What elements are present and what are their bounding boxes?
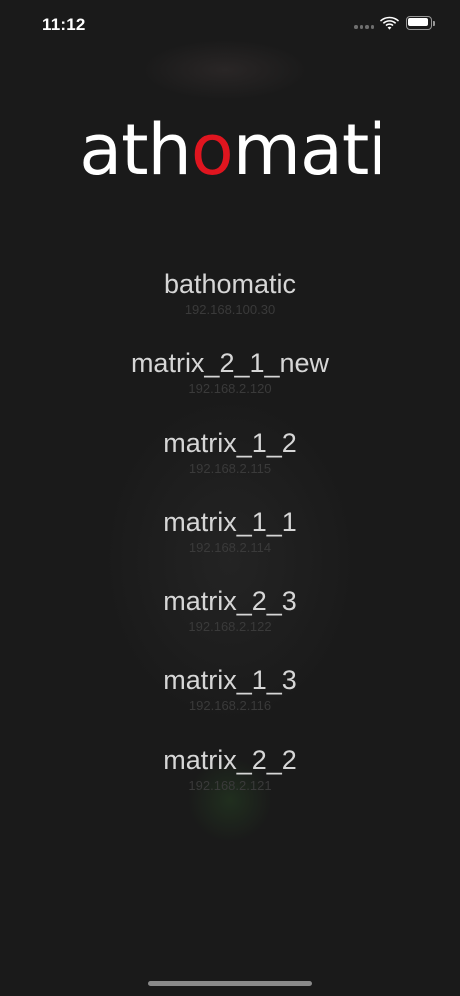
device-selection-screen: 11:12 bathomatic xyxy=(0,0,460,996)
device-list: bathomatic 192.168.100.30 matrix_2_1_new 19… xyxy=(0,265,460,820)
device-list-item[interactable]: matrix_2_1_new 192.168.2.120 xyxy=(0,344,460,423)
battery-icon xyxy=(406,16,436,30)
status-bar: 11:12 xyxy=(0,0,460,50)
device-name: matrix_2_2 xyxy=(163,744,297,775)
device-ip-address: 192.168.2.121 xyxy=(188,777,272,793)
device-ip-address: 192.168.100.30 xyxy=(184,302,276,317)
home-indicator[interactable] xyxy=(148,981,312,986)
device-ip-address: 192.168.2.122 xyxy=(188,619,272,635)
logo-text: matic xyxy=(233,110,380,190)
logo-highlight-letter: o xyxy=(191,110,233,190)
device-list-item[interactable]: bathomatic 192.168.100.30 xyxy=(0,265,460,344)
logo-text: bath xyxy=(80,110,191,190)
bathomatic-logo: bathomatic xyxy=(0,110,460,190)
device-ip-address: 192.168.2.120 xyxy=(188,381,272,397)
device-ip-address: 192.168.2.115 xyxy=(188,460,272,476)
cellular-signal-icon xyxy=(354,25,374,31)
device-list-item[interactable]: matrix_2_3 192.168.2.122 xyxy=(0,582,460,661)
status-time: 11:12 xyxy=(42,15,86,34)
device-ip-address: 192.168.2.116 xyxy=(188,698,272,714)
device-name: matrix_2_1_new xyxy=(130,348,330,379)
svg-text:bathomatic: bathomatic xyxy=(80,110,380,190)
device-ip-address: 192.168.2.114 xyxy=(188,539,272,555)
device-list-item[interactable]: matrix_2_2 192.168.2.121 xyxy=(0,741,460,820)
device-list-item[interactable]: matrix_1_3 192.168.2.116 xyxy=(0,661,460,740)
wifi-icon xyxy=(380,16,399,30)
device-name: bathomatic xyxy=(163,269,297,299)
device-name: matrix_2_3 xyxy=(163,586,297,617)
device-name: matrix_1_3 xyxy=(163,665,297,696)
device-name: matrix_1_2 xyxy=(163,427,297,458)
device-list-item[interactable]: matrix_1_1 192.168.2.114 xyxy=(0,503,460,582)
device-list-item[interactable]: matrix_1_2 192.168.2.115 xyxy=(0,424,460,503)
device-name: matrix_1_1 xyxy=(163,506,297,537)
